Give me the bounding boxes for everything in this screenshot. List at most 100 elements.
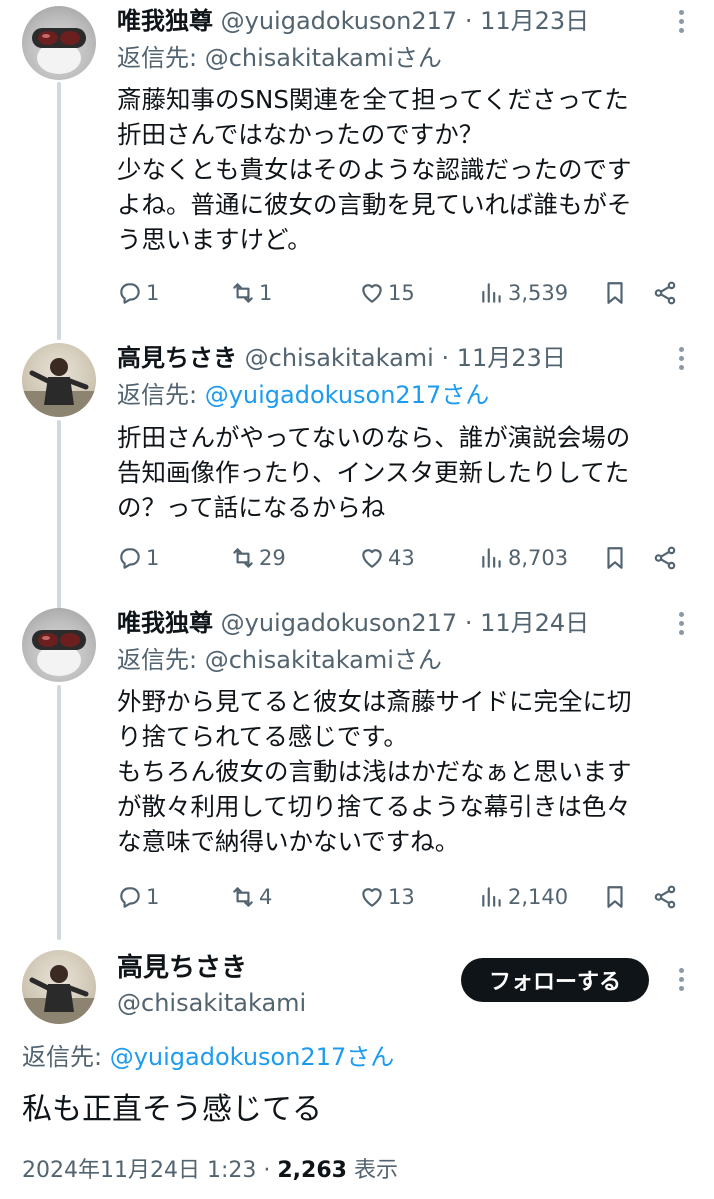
- more-icon[interactable]: [678, 347, 684, 374]
- bookmark-icon: [607, 886, 623, 908]
- person-avatar-image: [22, 358, 96, 417]
- views-count: 8,703: [508, 546, 569, 570]
- like-icon: [362, 284, 382, 303]
- reply-prefix: 返信先:: [117, 646, 205, 674]
- reply-icon: [120, 887, 140, 908]
- goggles-avatar-image: [32, 630, 86, 676]
- repost-count: 29: [259, 546, 286, 570]
- views-button[interactable]: 8,703: [479, 541, 568, 575]
- avatar[interactable]: [22, 608, 96, 682]
- reply-to-line: 返信先: @yuigadokuson217さん: [117, 380, 489, 410]
- reply-to-line: 返信先: @chisakitakamiさん: [117, 43, 442, 73]
- repost-icon: [233, 887, 253, 907]
- reply-to-handle[interactable]: @yuigadokuson217さん: [110, 1043, 395, 1071]
- more-icon[interactable]: [678, 968, 684, 995]
- avatar[interactable]: [22, 950, 96, 1024]
- share-icon: [654, 281, 676, 305]
- reply-prefix: 返信先:: [117, 381, 205, 409]
- views-label: 表示: [346, 1158, 398, 1183]
- tweet-actions: 1 29 43 8,703: [117, 541, 692, 575]
- repost-icon: [233, 283, 253, 303]
- like-count: 43: [388, 546, 415, 570]
- reply-prefix: 返信先:: [117, 44, 205, 72]
- author-name[interactable]: 高見ちさき: [117, 344, 237, 372]
- reply-to-handle[interactable]: @chisakitakamiさん: [205, 646, 442, 674]
- repost-count: 4: [259, 885, 273, 909]
- more-icon[interactable]: [678, 10, 684, 37]
- timestamp-text[interactable]: 2024年11月24日 1:23 ·: [22, 1158, 277, 1183]
- repost-button[interactable]: 4: [230, 880, 272, 914]
- reply-icon: [120, 548, 140, 569]
- views-count: 3,539: [508, 281, 569, 305]
- reply-icon: [120, 283, 140, 304]
- tweet-date[interactable]: · 11月23日: [441, 344, 565, 372]
- repost-count: 1: [259, 281, 273, 305]
- bookmark-button[interactable]: [602, 880, 628, 914]
- views-button[interactable]: 2,140: [479, 880, 568, 914]
- share-icon: [654, 885, 676, 909]
- reply-count: 1: [146, 885, 160, 909]
- repost-button[interactable]: 1: [230, 276, 272, 310]
- tweet-header: 唯我独尊 @yuigadokuson217 · 11月24日: [117, 608, 589, 638]
- tweet-actions: 1 4 13 2,140: [117, 880, 692, 914]
- like-count: 13: [388, 885, 415, 909]
- like-count: 15: [388, 281, 415, 305]
- reply-to-line: 返信先: @yuigadokuson217さん: [22, 1042, 394, 1072]
- bookmark-button[interactable]: [602, 276, 628, 310]
- person-avatar-image: [22, 965, 96, 1024]
- reply-prefix: 返信先:: [22, 1043, 110, 1071]
- author-handle[interactable]: @yuigadokuson217: [221, 609, 458, 637]
- like-button[interactable]: 13: [359, 880, 415, 914]
- more-icon[interactable]: [678, 612, 684, 639]
- reply-to-handle[interactable]: @chisakitakamiさん: [205, 44, 442, 72]
- tweet-text: 折田さんがやってないのなら、誰が演説会場の 告知画像作ったり、インスタ更新したり…: [117, 423, 631, 522]
- views-total: 2,263: [277, 1158, 347, 1183]
- tweet-date[interactable]: · 11月24日: [465, 609, 589, 637]
- bookmark-button[interactable]: [602, 541, 628, 575]
- reply-button[interactable]: 1: [117, 276, 159, 310]
- avatar[interactable]: [22, 6, 96, 80]
- tweet-timestamp: 2024年11月24日 1:23 · 2,263 表示: [22, 1156, 398, 1186]
- author-handle[interactable]: @yuigadokuson217: [221, 7, 458, 35]
- main-author-name[interactable]: 高見ちさき: [117, 952, 247, 984]
- goggles-avatar-image: [32, 28, 86, 74]
- main-tweet-text: 私も正直そう感じてる: [22, 1092, 322, 1127]
- reply-to-line: 返信先: @chisakitakamiさん: [117, 645, 442, 675]
- share-button[interactable]: [652, 276, 678, 310]
- views-button[interactable]: 3,539: [479, 276, 568, 310]
- tweet-actions: 1 1 15 3,539: [117, 276, 692, 310]
- thread-line: [57, 420, 61, 610]
- views-count: 2,140: [508, 885, 569, 909]
- views-icon: [482, 548, 501, 568]
- share-icon: [654, 546, 676, 570]
- tweet-text: 斎藤知事のSNS関連を全て担ってくださってた 折田さんではなかったのですか？ 少…: [117, 85, 632, 254]
- tweet-header: 高見ちさき @chisakitakami · 11月23日: [117, 343, 566, 373]
- like-icon: [362, 549, 382, 568]
- thread-line: [57, 82, 61, 340]
- bookmark-icon: [607, 282, 623, 304]
- reply-count: 1: [146, 546, 160, 570]
- author-name[interactable]: 唯我独尊: [117, 7, 213, 35]
- tweet-header: 唯我独尊 @yuigadokuson217 · 11月23日: [117, 6, 589, 36]
- author-name[interactable]: 唯我独尊: [117, 609, 213, 637]
- views-icon: [482, 887, 501, 907]
- thread-line: [57, 685, 61, 940]
- reply-button[interactable]: 1: [117, 541, 159, 575]
- avatar[interactable]: [22, 343, 96, 417]
- reply-button[interactable]: 1: [117, 880, 159, 914]
- like-button[interactable]: 43: [359, 541, 415, 575]
- bookmark-icon: [607, 547, 623, 569]
- like-icon: [362, 888, 382, 907]
- reply-count: 1: [146, 281, 160, 305]
- share-button[interactable]: [652, 880, 678, 914]
- share-button[interactable]: [652, 541, 678, 575]
- tweet-text: 外野から見てると彼女は斎藤サイドに完全に切 り捨てられてる感じです。 もちろん彼…: [117, 687, 632, 856]
- reply-to-handle[interactable]: @yuigadokuson217さん: [205, 381, 490, 409]
- follow-button[interactable]: フォローする: [461, 958, 649, 1002]
- main-author-handle[interactable]: @chisakitakami: [117, 988, 306, 1018]
- author-handle[interactable]: @chisakitakami: [245, 344, 434, 372]
- tweet-date[interactable]: · 11月23日: [465, 7, 589, 35]
- repost-button[interactable]: 29: [230, 541, 286, 575]
- repost-icon: [233, 548, 253, 568]
- like-button[interactable]: 15: [359, 276, 415, 310]
